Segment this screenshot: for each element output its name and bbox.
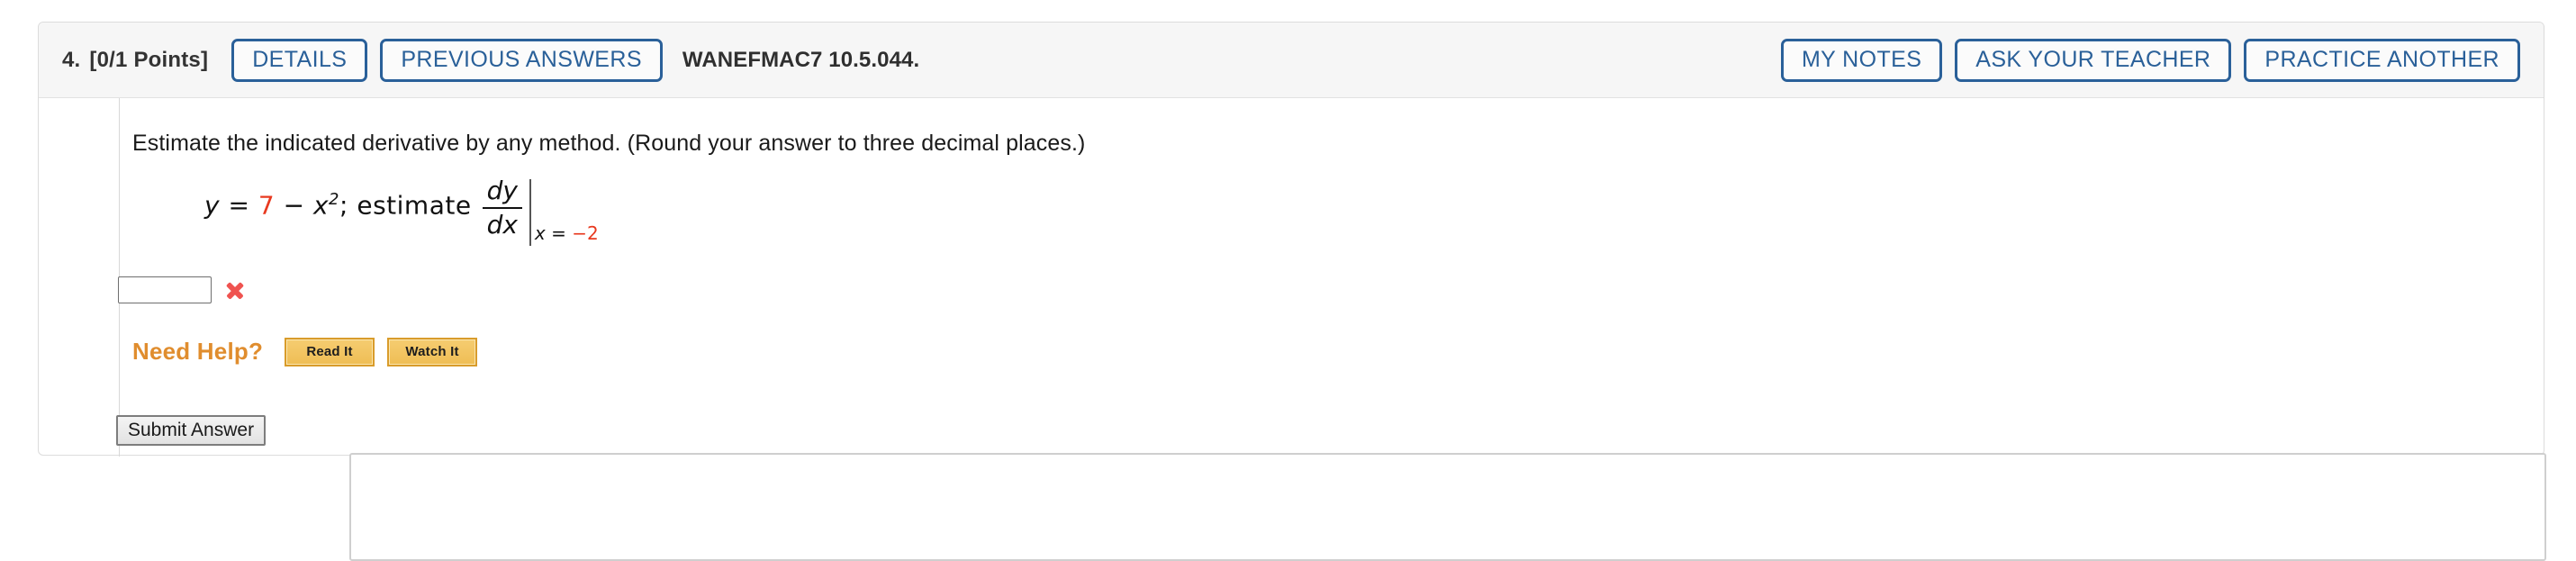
math-space-4 [348, 190, 357, 220]
math-estimate-word: estimate [357, 190, 472, 221]
answer-row [118, 276, 246, 303]
fraction-numerator: dy [486, 176, 518, 205]
math-space-3 [305, 190, 313, 220]
answer-input[interactable] [118, 276, 212, 303]
math-term-exponent: 2 [329, 190, 339, 209]
need-help-row: Need Help? Read It Watch It [132, 337, 492, 366]
header-left-group: 4. [0/1 Points] DETAILS PREVIOUS ANSWERS… [39, 38, 920, 82]
need-help-label: Need Help? [132, 338, 264, 365]
evaluation-value: −2 [572, 222, 599, 244]
math-expression: y = 7 − x2; estimate dy dx x = −2 [204, 177, 599, 246]
math-term-var: x [312, 190, 330, 221]
read-it-button[interactable]: Read It [285, 337, 375, 366]
math-constant: 7 [258, 190, 276, 221]
incorrect-x-icon [224, 279, 246, 301]
question-number: 4. [62, 47, 81, 72]
math-minus: − [283, 190, 305, 221]
question-container: 4. [0/1 Points] DETAILS PREVIOUS ANSWERS… [38, 22, 2544, 457]
evaluation-subscript: x = −2 [531, 222, 599, 246]
previous-answers-button[interactable]: PREVIOUS ANSWERS [380, 38, 663, 82]
watch-it-button[interactable]: Watch It [387, 337, 478, 366]
fraction-denominator: dx [486, 209, 518, 240]
math-semicolon: ; [339, 190, 348, 221]
question-prompt: Estimate the indicated derivative by any… [132, 131, 1086, 156]
submit-answer-button[interactable]: Submit Answer [116, 415, 267, 446]
assignment-code: WANEFMAC7 10.5.044. [682, 47, 920, 72]
header-right-group: MY NOTES ASK YOUR TEACHER PRACTICE ANOTH… [1780, 38, 2544, 82]
lower-content-panel [349, 453, 2546, 561]
derivative-fraction: dy dx [482, 176, 522, 240]
math-lhs-var: y [204, 190, 221, 221]
math-expression-lead: y = 7 − x2; estimate [204, 177, 472, 220]
evaluation-equals: = [551, 222, 566, 244]
details-button[interactable]: DETAILS [231, 38, 368, 82]
question-body: Estimate the indicated derivative by any… [39, 98, 2544, 457]
points-badge: [0/1 Points] [89, 47, 209, 72]
question-header-bar: 4. [0/1 Points] DETAILS PREVIOUS ANSWERS… [39, 23, 2544, 98]
practice-another-button[interactable]: PRACTICE ANOTHER [2244, 38, 2520, 82]
ask-your-teacher-button[interactable]: ASK YOUR TEACHER [1955, 38, 2232, 82]
math-equals-sign: = [228, 190, 250, 221]
math-space-2 [275, 190, 283, 220]
submit-row: Submit Answer [116, 415, 267, 446]
math-space-1 [249, 190, 258, 220]
evaluation-variable: x [534, 222, 546, 244]
fraction-bar [482, 206, 522, 209]
question-content: Estimate the indicated derivative by any… [116, 98, 2544, 455]
my-notes-button[interactable]: MY NOTES [1780, 38, 1943, 82]
